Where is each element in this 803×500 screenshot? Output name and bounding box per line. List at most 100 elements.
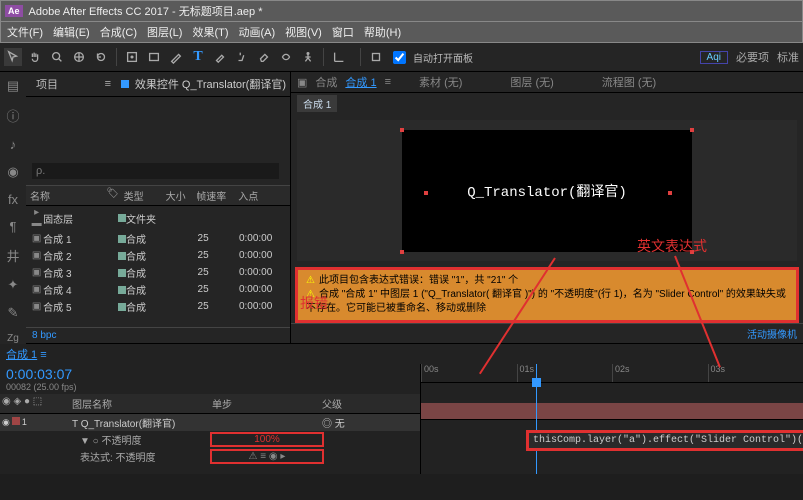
selection-tool[interactable]: [4, 48, 22, 66]
asset-in: 0:00:00: [239, 267, 286, 278]
side-icon-bar: ▤ ⓘ ♪ ◉ fx ¶ 井 ✦ ✎ Zg: [0, 72, 26, 344]
effects-icon[interactable]: fx: [8, 192, 18, 207]
preview-icon[interactable]: ◉: [7, 164, 18, 180]
project-headers: 名称 🏷 类型 大小 帧速率 入点: [26, 185, 290, 206]
layer-row[interactable]: ◉ 1 T Q_Translator(翻译官) ◎ 无: [0, 414, 420, 431]
tab-project[interactable]: 项目: [30, 74, 64, 94]
current-time[interactable]: 0:00:03:07: [6, 366, 72, 382]
menu-effect[interactable]: 效果(T): [192, 24, 228, 40]
asset-tag[interactable]: [118, 286, 126, 294]
col-framerate[interactable]: 帧速率: [196, 188, 238, 203]
tab-effect-controls[interactable]: 效果控件 Q_Translator(翻译官): [135, 76, 286, 92]
workspace-standard[interactable]: 标准: [777, 49, 799, 65]
col-parent[interactable]: 父级: [322, 396, 382, 411]
time-ruler[interactable]: 00s 01s 02s 03s: [421, 364, 803, 383]
error-bar[interactable]: ⚠此项目包含表达式错误：错误 "1"，共 "21" 个 ⚠合成 "合成 1" 中…: [295, 267, 799, 323]
col-layername[interactable]: 图层名称: [72, 396, 212, 411]
comp-viewer[interactable]: Q_Translator(翻译官): [297, 120, 797, 261]
asset-tag[interactable]: [118, 303, 126, 311]
tracker-icon[interactable]: ✦: [8, 277, 19, 293]
asset-tag[interactable]: [118, 214, 126, 222]
col-inpoint[interactable]: 入点: [238, 188, 286, 203]
asset-tag[interactable]: [118, 235, 126, 243]
rq-icon[interactable]: ▤: [7, 78, 19, 94]
timeline-tracks[interactable]: 00s 01s 02s 03s thisComp.layer("a").effe…: [421, 364, 803, 474]
label-icon[interactable]: [12, 417, 20, 425]
asset-item[interactable]: ▣合成 5合成250:00:00: [26, 298, 290, 315]
tab-layer[interactable]: 图层 (无): [510, 74, 553, 90]
tab-flowchart[interactable]: 流程图 (无): [602, 74, 656, 90]
layer-parent[interactable]: ◎ 无: [322, 415, 382, 430]
local-axis[interactable]: [330, 48, 348, 66]
menu-view[interactable]: 视图(V): [285, 24, 322, 40]
camera-label[interactable]: 活动摄像机: [747, 326, 797, 341]
bit-depth[interactable]: 8 bpc: [32, 330, 56, 341]
layer-track[interactable]: [421, 403, 803, 420]
snap-toggle[interactable]: [367, 48, 385, 66]
zoom-tool[interactable]: [48, 48, 66, 66]
hand-tool[interactable]: [26, 48, 44, 66]
comp-menu-icon[interactable]: ≡: [385, 76, 391, 88]
tab-comp-active[interactable]: 合成 1: [345, 74, 376, 90]
expression-row[interactable]: 表达式: 不透明度 ⚠ ≡ ◉ ▸: [0, 448, 420, 465]
info-icon[interactable]: ⓘ: [6, 106, 19, 125]
auto-open-check[interactable]: [393, 51, 406, 64]
asset-tag[interactable]: [118, 252, 126, 260]
text-tool[interactable]: T: [189, 48, 207, 66]
col-value[interactable]: 单步: [212, 396, 322, 411]
property-row[interactable]: ▼ ○ 不透明度 100%: [0, 431, 420, 448]
playhead[interactable]: [536, 364, 537, 474]
brush-tool[interactable]: [211, 48, 229, 66]
asset-list[interactable]: ▸ ▬固态层文件夹▣合成 1合成250:00:00▣合成 2合成250:00:0…: [26, 206, 290, 327]
menu-layer[interactable]: 图层(L): [147, 24, 182, 40]
orbit-tool[interactable]: [70, 48, 88, 66]
workspace-essentials[interactable]: 必要项: [736, 49, 769, 65]
brush-icon[interactable]: ✎: [8, 305, 19, 321]
asset-item[interactable]: ▣合成 2合成250:00:00: [26, 247, 290, 264]
puppet-tool[interactable]: [299, 48, 317, 66]
rect-tool[interactable]: [145, 48, 163, 66]
canvas-text[interactable]: Q_Translator(翻译官): [467, 181, 627, 201]
col-name[interactable]: 名称: [30, 188, 106, 203]
anchor-tool[interactable]: [123, 48, 141, 66]
char-icon[interactable]: Zg: [7, 333, 19, 344]
pen-tool[interactable]: [167, 48, 185, 66]
composition-panel: ▣ 合成 合成 1 ≡ 素材 (无) 图层 (无) 流程图 (无) 合成 1 Q…: [291, 72, 803, 344]
menu-help[interactable]: 帮助(H): [364, 24, 401, 40]
col-size[interactable]: 大小: [166, 188, 197, 203]
asset-tag[interactable]: [118, 269, 126, 277]
eraser-tool[interactable]: [255, 48, 273, 66]
align-icon[interactable]: 井: [6, 246, 19, 265]
asset-item[interactable]: ▣合成 1合成250:00:00: [26, 230, 290, 247]
menu-comp[interactable]: 合成(C): [100, 24, 137, 40]
rotate-tool[interactable]: [92, 48, 110, 66]
menu-file[interactable]: 文件(F): [7, 24, 43, 40]
expr-controls[interactable]: ⚠ ≡ ◉ ▸: [210, 449, 324, 464]
menu-anim[interactable]: 动画(A): [239, 24, 276, 40]
para-icon[interactable]: ¶: [10, 219, 17, 234]
timeline-tab[interactable]: 合成 1: [6, 349, 37, 361]
canvas[interactable]: Q_Translator(翻译官): [402, 130, 692, 252]
audio-icon[interactable]: ♪: [10, 137, 17, 152]
asset-item[interactable]: ▸ ▬固态层文件夹: [26, 206, 290, 230]
asset-item[interactable]: ▣合成 3合成250:00:00: [26, 264, 290, 281]
col-type[interactable]: 类型: [124, 188, 166, 203]
tab-footage[interactable]: 素材 (无): [419, 74, 462, 90]
col-tag-icon[interactable]: 🏷: [106, 188, 123, 203]
roto-tool[interactable]: [277, 48, 295, 66]
asset-item[interactable]: ▣合成 4合成250:00:00: [26, 281, 290, 298]
layer-name[interactable]: T Q_Translator(翻译官): [72, 415, 212, 430]
asset-in: 0:00:00: [239, 301, 286, 312]
visibility-icon[interactable]: ◉: [2, 417, 10, 428]
expression-code[interactable]: thisComp.layer("a").effect("Slider Contr…: [526, 430, 803, 451]
error-line2: 合成 "合成 1" 中图层 1 ("Q_Translator( 翻译官 )") …: [306, 289, 786, 314]
comp-name[interactable]: 合成 1: [297, 95, 337, 112]
panel-menu-icon[interactable]: ≡: [101, 78, 115, 90]
menu-window[interactable]: 窗口: [332, 24, 354, 40]
project-search[interactable]: [32, 163, 279, 179]
clone-tool[interactable]: [233, 48, 251, 66]
prop-opacity[interactable]: ▼ ○ 不透明度: [80, 432, 210, 447]
opacity-value[interactable]: 100%: [210, 432, 324, 447]
workspace-aqi[interactable]: Aqi: [700, 51, 728, 64]
menu-edit[interactable]: 编辑(E): [53, 24, 90, 40]
